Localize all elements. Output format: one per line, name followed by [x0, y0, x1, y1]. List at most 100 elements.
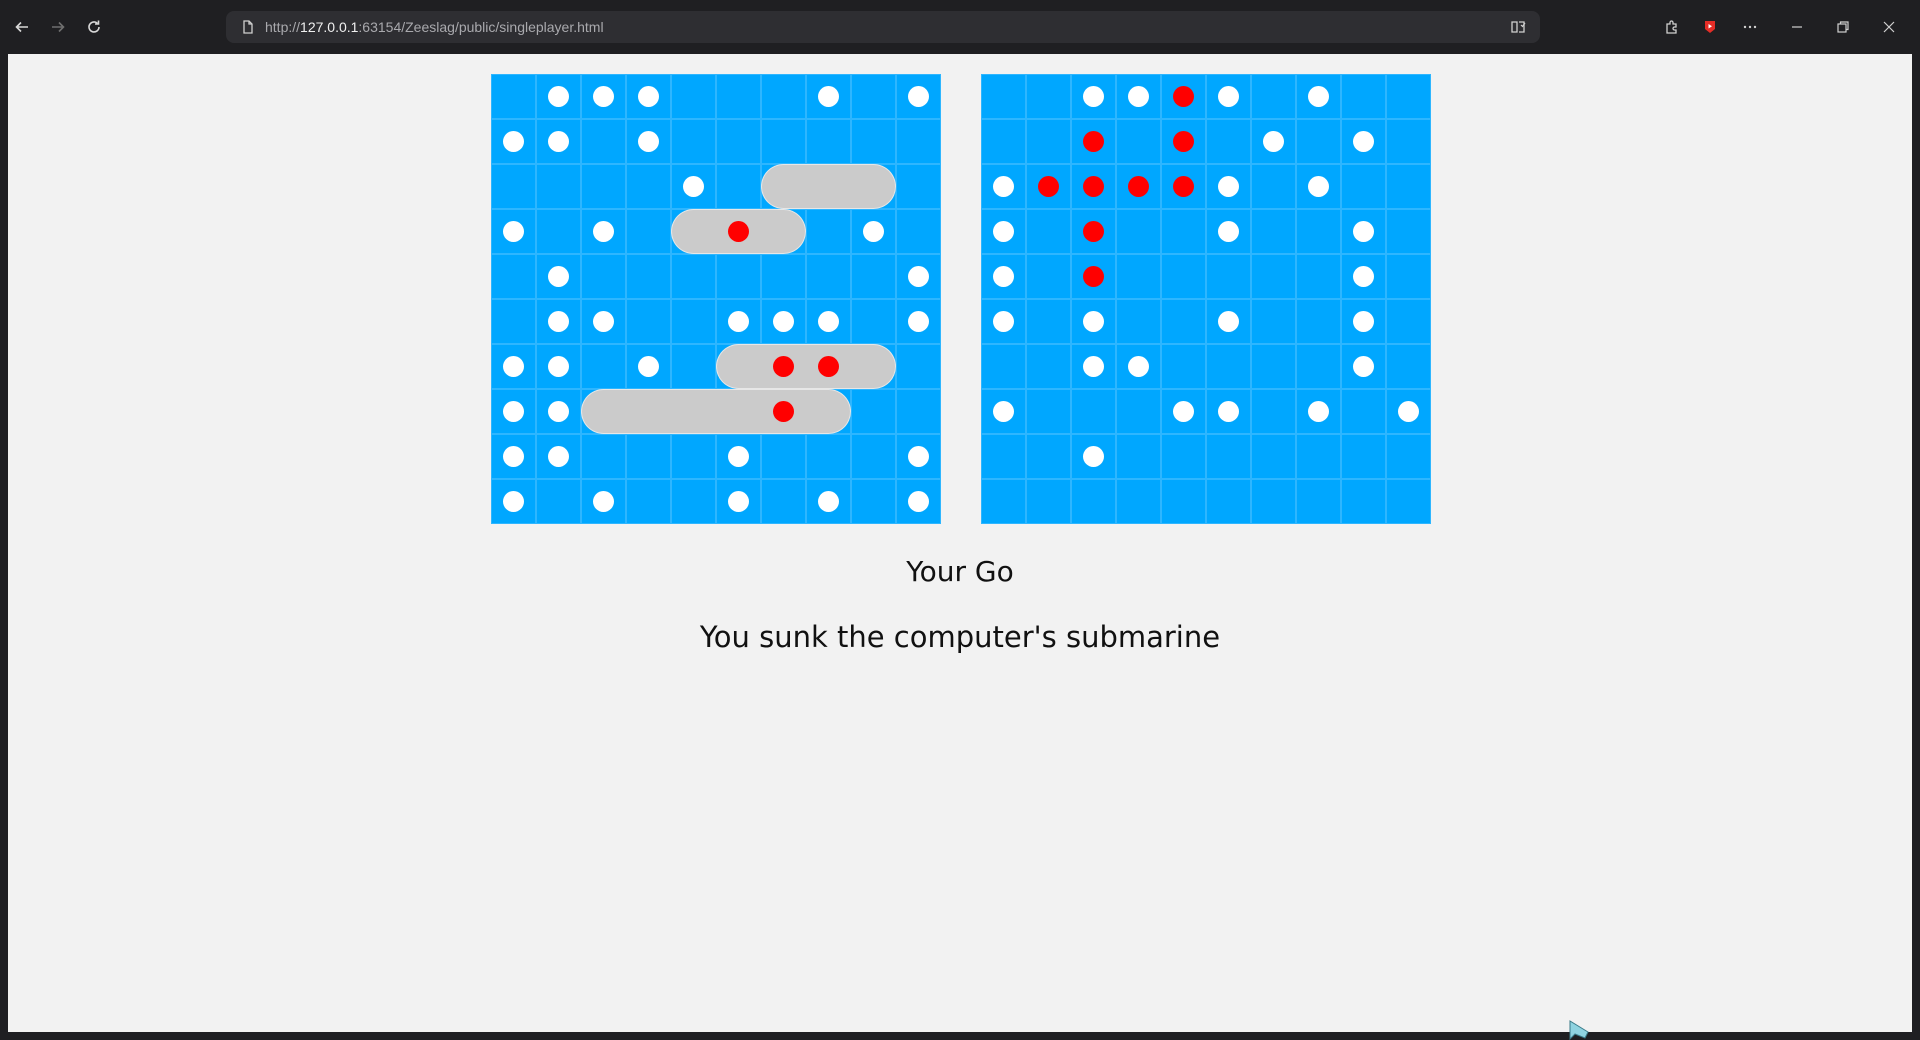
computer-cell[interactable] [981, 434, 1026, 479]
computer-cell[interactable] [1296, 209, 1341, 254]
youtube-extension-button[interactable] [1697, 14, 1723, 40]
computer-cell[interactable] [1251, 389, 1296, 434]
computer-cell[interactable] [1116, 389, 1161, 434]
computer-cell[interactable] [1116, 209, 1161, 254]
computer-cell[interactable] [1386, 344, 1431, 389]
computer-cell[interactable] [1341, 74, 1386, 119]
computer-cell[interactable] [1206, 254, 1251, 299]
computer-cell[interactable] [1386, 164, 1431, 209]
computer-cell[interactable] [981, 479, 1026, 524]
player-miss-marker [503, 401, 524, 422]
forward-button[interactable] [46, 15, 70, 39]
computer-cell[interactable] [1386, 74, 1431, 119]
computer-cell[interactable] [1161, 434, 1206, 479]
computer-cell[interactable] [1251, 254, 1296, 299]
computer-cell[interactable] [1386, 299, 1431, 344]
computer-cell[interactable] [1386, 209, 1431, 254]
computer-cell[interactable] [1341, 479, 1386, 524]
computer-cell[interactable] [1386, 254, 1431, 299]
computer-cell[interactable] [1026, 119, 1071, 164]
extensions-icon [1666, 20, 1677, 34]
computer-cell[interactable] [1026, 254, 1071, 299]
player-cell [851, 119, 896, 164]
player-miss-marker [728, 311, 749, 332]
computer-cell[interactable] [981, 74, 1026, 119]
computer-cell[interactable] [1296, 434, 1341, 479]
computer-cell[interactable] [1161, 344, 1206, 389]
computer-cell[interactable] [1251, 74, 1296, 119]
player-cell [671, 119, 716, 164]
computer-cell[interactable] [981, 344, 1026, 389]
player-cell [626, 209, 671, 254]
computer-miss-marker [1083, 446, 1104, 467]
computer-cell[interactable] [1341, 164, 1386, 209]
computer-cell[interactable] [1251, 209, 1296, 254]
computer-cell[interactable] [1296, 254, 1341, 299]
player-cell [806, 119, 851, 164]
computer-cell[interactable] [1026, 299, 1071, 344]
computer-cell[interactable] [1071, 479, 1116, 524]
computer-miss-marker [1083, 311, 1104, 332]
computer-cell[interactable] [1251, 479, 1296, 524]
reading-view-icon[interactable] [1510, 19, 1526, 35]
computer-cell[interactable] [1071, 389, 1116, 434]
computer-cell[interactable] [1386, 119, 1431, 164]
player-cell [761, 74, 806, 119]
computer-cell[interactable] [1026, 209, 1071, 254]
computer-cell[interactable] [981, 119, 1026, 164]
computer-cell[interactable] [1116, 479, 1161, 524]
computer-cell[interactable] [1386, 434, 1431, 479]
computer-cell[interactable] [1161, 299, 1206, 344]
close-button[interactable] [1876, 14, 1902, 40]
computer-cell[interactable] [1116, 299, 1161, 344]
computer-cell[interactable] [1296, 299, 1341, 344]
url-text[interactable]: http://127.0.0.1:63154/Zeeslag/public/si… [265, 19, 604, 35]
player-miss-marker [548, 86, 569, 107]
computer-cell[interactable] [1206, 479, 1251, 524]
computer-miss-marker [1308, 401, 1329, 422]
computer-cell[interactable] [1296, 344, 1341, 389]
computer-cell[interactable] [1206, 344, 1251, 389]
extensions-button[interactable] [1659, 14, 1685, 40]
computer-cell[interactable] [1251, 299, 1296, 344]
computer-cell[interactable] [1026, 344, 1071, 389]
more-button[interactable] [1737, 14, 1763, 40]
player-cell [491, 164, 536, 209]
computer-cell[interactable] [1161, 479, 1206, 524]
computer-cell[interactable] [1026, 434, 1071, 479]
computer-cell[interactable] [1161, 209, 1206, 254]
computer-cell[interactable] [1206, 434, 1251, 479]
address-bar[interactable]: http://127.0.0.1:63154/Zeeslag/public/si… [226, 11, 1540, 43]
computer-cell[interactable] [1296, 479, 1341, 524]
forward-arrow-icon [52, 21, 65, 33]
computer-miss-marker [1353, 266, 1374, 287]
reload-button[interactable] [82, 15, 106, 39]
computer-cell[interactable] [1161, 254, 1206, 299]
computer-miss-marker [1353, 221, 1374, 242]
computer-cell[interactable] [1341, 389, 1386, 434]
player-ship [716, 344, 896, 389]
computer-cell[interactable] [1251, 344, 1296, 389]
player-miss-marker [593, 311, 614, 332]
computer-cell[interactable] [1251, 434, 1296, 479]
player-miss-marker [503, 446, 524, 467]
computer-cell[interactable] [1026, 479, 1071, 524]
restore-button[interactable] [1830, 14, 1856, 40]
computer-board[interactable] [981, 74, 1431, 524]
computer-cell[interactable] [1116, 119, 1161, 164]
computer-cell[interactable] [1026, 389, 1071, 434]
computer-cell[interactable] [1206, 119, 1251, 164]
player-miss-marker [503, 221, 524, 242]
computer-cell[interactable] [1026, 74, 1071, 119]
minimize-button[interactable] [1784, 14, 1810, 40]
computer-cell[interactable] [1116, 434, 1161, 479]
reload-icon [88, 20, 100, 33]
player-miss-marker [908, 311, 929, 332]
computer-cell[interactable] [1386, 479, 1431, 524]
computer-cell[interactable] [1341, 434, 1386, 479]
computer-cell[interactable] [1116, 254, 1161, 299]
computer-cell[interactable] [1251, 164, 1296, 209]
back-button[interactable] [10, 15, 34, 39]
computer-cell[interactable] [1296, 119, 1341, 164]
player-miss-marker [908, 266, 929, 287]
